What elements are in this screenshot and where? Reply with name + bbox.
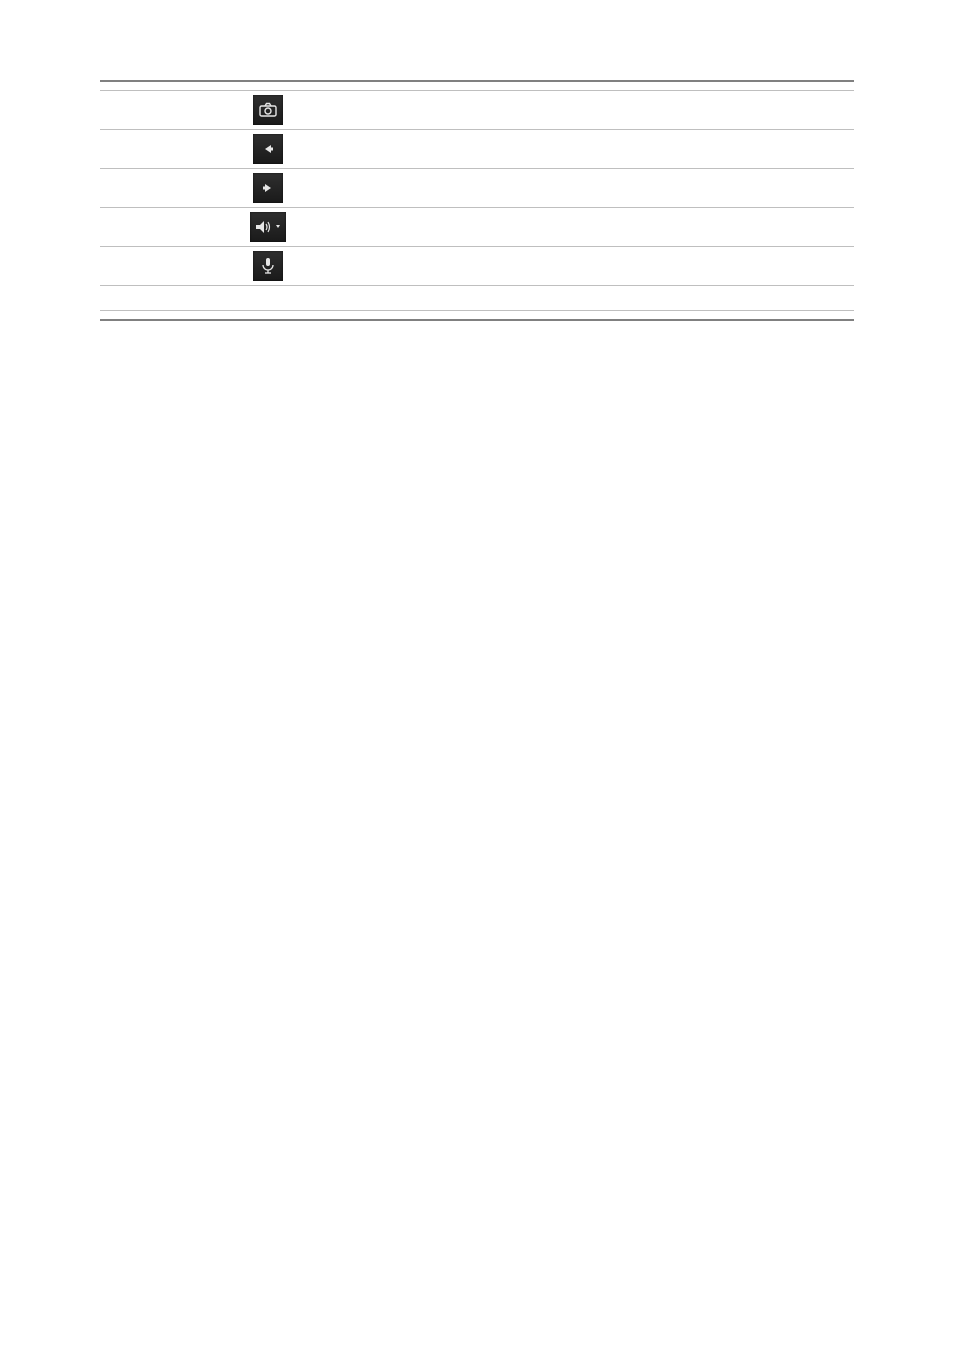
microphone-icon (253, 251, 283, 281)
row-icon-cell (152, 130, 384, 169)
row-icon-cell (152, 91, 384, 130)
table-row (100, 208, 854, 247)
arrow-right-icon (253, 173, 283, 203)
row-index (100, 169, 152, 208)
row-description (384, 247, 854, 286)
row-index (100, 130, 152, 169)
table-spacer-row (100, 286, 854, 311)
speaker-icon (250, 212, 286, 242)
document-page (0, 0, 954, 321)
row-icon-cell (152, 169, 384, 208)
camera-icon (253, 95, 283, 125)
table-row (100, 247, 854, 286)
row-index (100, 247, 152, 286)
row-description (384, 169, 854, 208)
row-description (384, 130, 854, 169)
row-icon-cell (152, 208, 384, 247)
row-description (384, 91, 854, 130)
table-row (100, 91, 854, 130)
page-bottom-rule (100, 319, 854, 321)
table-row (100, 169, 854, 208)
row-index (100, 91, 152, 130)
arrow-left-icon (253, 134, 283, 164)
row-index (100, 208, 152, 247)
row-icon-cell (152, 247, 384, 286)
table-row (100, 130, 854, 169)
icon-table (100, 90, 854, 311)
row-description (384, 208, 854, 247)
page-top-rule (100, 80, 854, 82)
